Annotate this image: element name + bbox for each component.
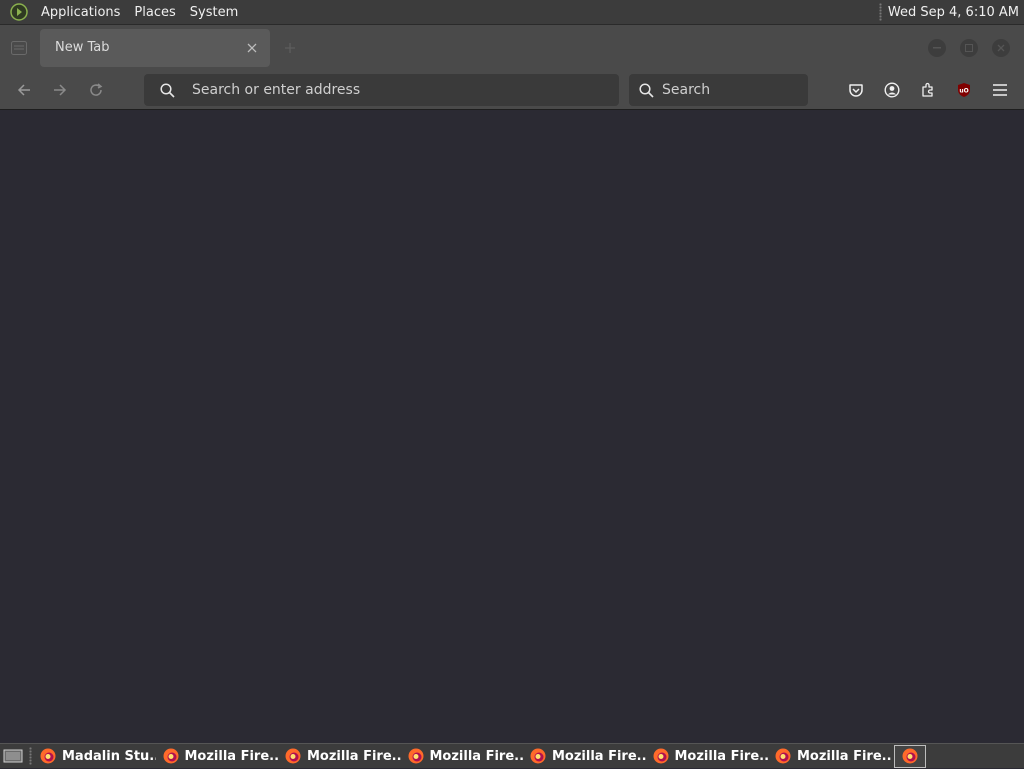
account-icon[interactable] — [881, 79, 903, 101]
navigation-toolbar: uO — [0, 70, 1024, 110]
taskbar-item[interactable]: Mozilla Fire... — [281, 745, 401, 768]
applications-menu[interactable]: Applications — [34, 0, 127, 25]
new-tab-plus-icon[interactable] — [278, 36, 302, 60]
svg-text:uO: uO — [959, 88, 968, 95]
taskbar-item-label: Mozilla Fire... — [797, 748, 891, 764]
taskbar-item[interactable]: Madalin Stu... — [36, 745, 156, 768]
hamburger-menu-icon[interactable] — [989, 79, 1011, 101]
system-menu[interactable]: System — [183, 0, 245, 25]
search-bar — [629, 74, 808, 106]
address-input[interactable] — [190, 81, 610, 99]
mate-menu-logo-icon[interactable] — [9, 2, 29, 22]
taskbar-item-label: Mozilla Fire... — [184, 748, 279, 764]
firefox-icon — [408, 748, 424, 764]
taskbar-item[interactable]: Mozilla Fire... — [771, 745, 891, 768]
taskbar-item-label: Mozilla Fire... — [307, 748, 401, 764]
taskbar-item-label: Mozilla Fire... — [552, 748, 646, 764]
url-bar — [144, 74, 619, 106]
page-content[interactable] — [0, 111, 1024, 743]
search-icon — [158, 81, 176, 99]
taskbar-item[interactable]: Mozilla Fire... — [649, 745, 769, 768]
taskbar: Madalin Stu... Mozilla Fire... Mozilla F… — [0, 743, 1024, 768]
taskbar-item[interactable]: Mozilla Fire... — [404, 745, 524, 768]
web-search-input[interactable] — [660, 81, 800, 99]
tab-new-tab[interactable]: New Tab — [40, 28, 270, 67]
reload-icon[interactable] — [84, 78, 108, 102]
close-window-button[interactable] — [992, 38, 1010, 57]
firefox-icon — [902, 748, 918, 764]
minimize-window-button[interactable] — [928, 38, 946, 57]
search-icon — [637, 81, 655, 99]
firefox-icon — [653, 748, 669, 764]
show-desktop-icon[interactable] — [0, 744, 26, 769]
clock[interactable]: Wed Sep 4, 6:10 AM — [888, 5, 1024, 20]
firefox-icon — [285, 748, 301, 764]
tab-title: New Tab — [55, 40, 110, 55]
pocket-icon[interactable] — [845, 79, 867, 101]
taskbar-item-active[interactable] — [893, 744, 926, 768]
panel-separator — [878, 3, 882, 21]
taskbar-item-label: Mozilla Fire... — [674, 748, 769, 764]
back-arrow-icon[interactable] — [12, 78, 36, 102]
firefox-view-icon[interactable] — [4, 33, 34, 63]
ublock-origin-icon[interactable]: uO — [953, 79, 975, 101]
tab-strip: New Tab — [0, 25, 1024, 70]
taskbar-item-label: Madalin Stu... — [62, 748, 156, 764]
firefox-icon — [40, 748, 56, 764]
taskbar-item[interactable]: Mozilla Fire... — [159, 745, 279, 768]
firefox-icon — [163, 748, 179, 764]
extensions-icon[interactable] — [917, 79, 939, 101]
top-panel: Applications Places System Wed Sep 4, 6:… — [0, 0, 1024, 25]
firefox-icon — [775, 748, 791, 764]
firefox-icon — [530, 748, 546, 764]
tab-close-icon[interactable] — [244, 40, 260, 56]
taskbar-separator — [29, 747, 32, 765]
forward-arrow-icon[interactable] — [48, 78, 72, 102]
places-menu[interactable]: Places — [127, 0, 182, 25]
maximize-window-button[interactable] — [960, 38, 978, 57]
taskbar-item[interactable]: Mozilla Fire... — [526, 745, 646, 768]
taskbar-item-label: Mozilla Fire... — [429, 748, 524, 764]
